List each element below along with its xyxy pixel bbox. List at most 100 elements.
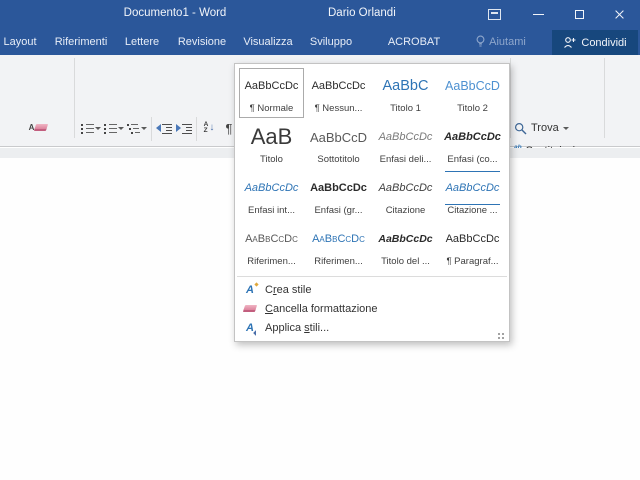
style-item-normale[interactable]: AaBbCcDc ¶ Normale	[239, 68, 304, 118]
style-preview: AaBbC	[383, 69, 429, 103]
increase-indent-button[interactable]	[175, 119, 193, 137]
ribbon-display-options-button[interactable]	[479, 0, 509, 28]
sort-icon: A Z	[204, 122, 209, 134]
style-label: Sottotitolo	[317, 154, 359, 168]
create-style-label: Crea stile	[265, 284, 311, 296]
style-preview: AaBbCcDc	[379, 171, 433, 205]
sort-button[interactable]: A Z ↓	[199, 118, 219, 138]
style-item-enfasi-delicata[interactable]: AaBbCcDc Enfasi deli...	[373, 119, 438, 169]
style-preview: AaBbCcDc	[445, 171, 501, 205]
share-label: Condividi	[581, 37, 626, 49]
style-preview: AaBbCcD	[445, 69, 500, 103]
clear-formatting-button[interactable]: A	[24, 117, 52, 137]
tab-riferimenti[interactable]: Riferimenti	[48, 28, 114, 55]
clear-formatting-menu-item[interactable]: Cancella formattazione	[235, 299, 509, 318]
style-preview: AaBbCcD	[310, 120, 367, 154]
create-style-menu-item[interactable]: A Crea stile	[235, 280, 509, 299]
group-separator	[74, 58, 75, 138]
style-item-riferimento-delicato[interactable]: AaBbCcDc Riferimen...	[239, 221, 304, 271]
find-label: Trova	[531, 122, 559, 134]
numbered-list-caret	[118, 127, 124, 130]
apply-styles-label: Applica stili...	[265, 322, 329, 334]
style-preview: AaBbCcDc	[245, 222, 298, 256]
numbered-list-icon	[104, 123, 117, 134]
tab-aiutami-label: Aiutami	[489, 36, 526, 48]
close-icon	[614, 9, 625, 20]
style-preview: AaBbCcDc	[312, 69, 366, 103]
style-item-titolo-del-libro[interactable]: AaBbCcDc Titolo del ...	[373, 221, 438, 271]
lightbulb-icon	[476, 35, 485, 48]
style-item-riferimento-intenso[interactable]: AaBbCcDc Riferimen...	[306, 221, 371, 271]
style-label: ¶ Paragraf...	[446, 256, 498, 270]
style-label: Enfasi (gr...	[314, 205, 362, 219]
window-title: Documento1 - Word	[110, 7, 240, 19]
style-label: Titolo del ...	[381, 256, 430, 270]
apply-styles-icon: A	[242, 321, 258, 335]
style-label: Enfasi (co...	[447, 154, 497, 168]
style-preview: AaBbCcDc	[446, 222, 500, 256]
multilevel-list-icon	[127, 123, 140, 134]
find-caret	[563, 127, 569, 130]
group-separator	[510, 58, 511, 138]
decrease-indent-icon	[156, 124, 161, 132]
sort-arrow-icon: ↓	[209, 123, 214, 133]
gallery-resize-grip[interactable]	[497, 332, 506, 339]
bullet-list-button[interactable]	[80, 119, 102, 137]
maximize-icon	[575, 10, 584, 19]
numbered-list-button[interactable]	[103, 119, 125, 137]
clear-formatting-label: Cancella formattazione	[265, 303, 378, 315]
menu-separator	[237, 276, 507, 277]
eraser-icon	[34, 124, 48, 131]
style-preview: AaBbCcDc	[310, 171, 367, 205]
group-separator	[604, 58, 605, 138]
style-label: Enfasi deli...	[380, 154, 432, 168]
style-item-enfasi-intensa[interactable]: AaBbCcDc Enfasi int...	[239, 170, 304, 220]
style-item-citazione[interactable]: AaBbCcDc Citazione	[373, 170, 438, 220]
ribbon-tab-row: Layout Riferimenti Lettere Revisione Vis…	[0, 28, 640, 55]
style-item-nessuna-spaziatura[interactable]: AaBbCcDc ¶ Nessun...	[306, 68, 371, 118]
share-button[interactable]: Condividi	[552, 30, 638, 55]
pilcrow-icon: ¶	[226, 122, 233, 135]
bullet-list-caret	[95, 127, 101, 130]
style-item-enfasi-grassetto[interactable]: AaBbCcDc Enfasi (gr...	[306, 170, 371, 220]
maximize-button[interactable]	[564, 0, 594, 28]
decrease-indent-button[interactable]	[155, 119, 173, 137]
minimize-icon	[533, 14, 544, 15]
tab-visualizza[interactable]: Visualizza	[238, 28, 298, 55]
titlebar: Documento1 - Word Dario Orlandi	[0, 0, 640, 28]
find-button[interactable]: Trova	[514, 119, 569, 137]
minimize-button[interactable]	[523, 0, 553, 28]
style-label: Citazione	[386, 205, 426, 219]
tab-revisione[interactable]: Revisione	[172, 28, 232, 55]
style-item-titolo-1[interactable]: AaBbC Titolo 1	[373, 68, 438, 118]
style-label: ¶ Nessun...	[315, 103, 363, 117]
multilevel-list-caret	[141, 127, 147, 130]
multilevel-list-button[interactable]	[126, 119, 148, 137]
style-label: Riferimen...	[314, 256, 363, 270]
style-item-paragrafo-elenco[interactable]: AaBbCcDc ¶ Paragraf...	[440, 221, 505, 271]
style-preview: AaBbCcDc	[444, 120, 501, 154]
style-label: Enfasi int...	[248, 205, 295, 219]
style-label: Titolo	[260, 154, 283, 168]
style-item-titolo[interactable]: AaB Titolo	[239, 119, 304, 169]
tab-acrobat[interactable]: ACROBAT	[378, 28, 450, 55]
style-item-titolo-2[interactable]: AaBbCcD Titolo 2	[440, 68, 505, 118]
style-label: ¶ Normale	[250, 103, 294, 117]
tab-aiutami[interactable]: Aiutami	[470, 28, 532, 55]
tab-lettere[interactable]: Lettere	[115, 28, 169, 55]
tab-layout[interactable]: Layout	[1, 28, 39, 55]
style-item-enfasi-corsivo[interactable]: AaBbCcDc Enfasi (co...	[440, 119, 505, 169]
style-item-citazione-intensa[interactable]: AaBbCcDc Citazione ...	[440, 170, 505, 220]
style-preview: AaBbCcDc	[245, 171, 299, 205]
style-item-sottotitolo[interactable]: AaBbCcD Sottotitolo	[306, 119, 371, 169]
button-separator	[196, 117, 197, 141]
button-separator	[151, 117, 152, 141]
apply-styles-menu-item[interactable]: A Applica stili...	[235, 318, 509, 337]
eraser-icon	[243, 305, 257, 312]
style-preview: AaBbCcDc	[378, 222, 432, 256]
close-button[interactable]	[604, 0, 634, 28]
account-name[interactable]: Dario Orlandi	[328, 7, 388, 19]
style-label: Citazione ...	[447, 205, 497, 219]
style-label: Titolo 2	[457, 103, 488, 117]
tab-sviluppo[interactable]: Sviluppo	[303, 28, 359, 55]
